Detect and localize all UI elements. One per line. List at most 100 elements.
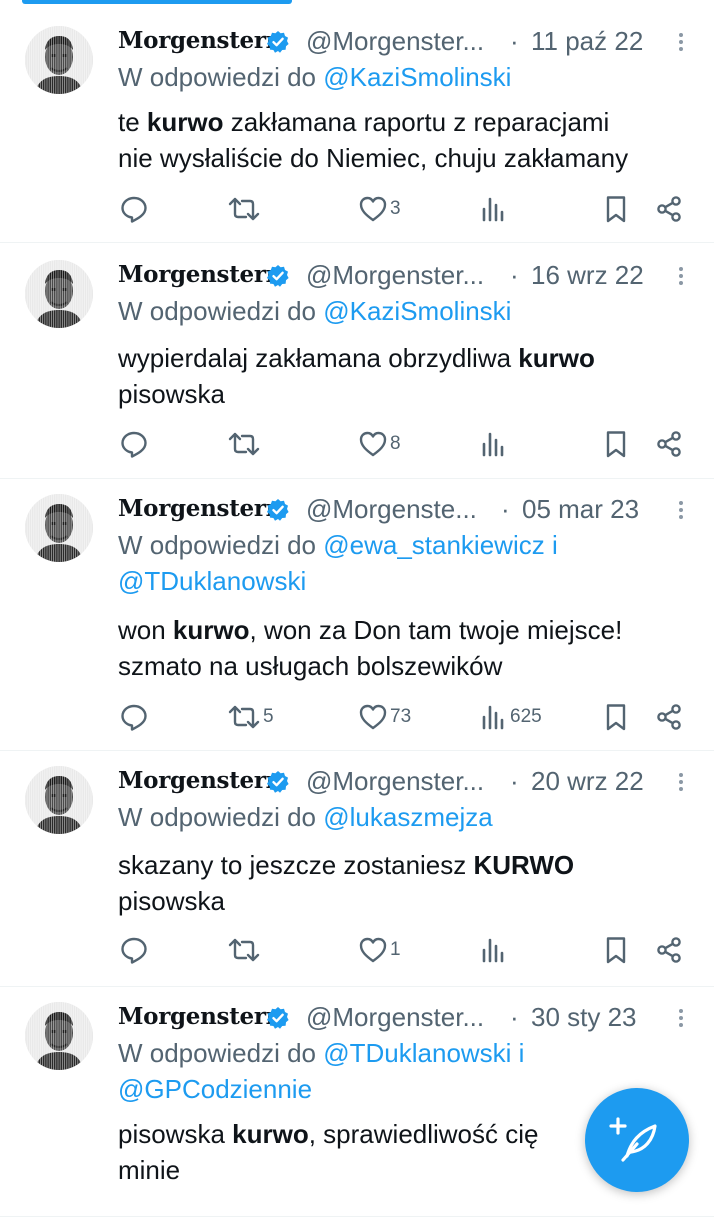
- share-button[interactable]: [654, 427, 684, 461]
- likes-count: 3: [390, 198, 401, 219]
- heart-icon: [358, 429, 388, 459]
- author-name[interactable]: Morgenstern: [118, 764, 282, 798]
- heart-icon: [358, 702, 388, 732]
- tweet-text-line: wypierdalaj zakłamana obrzydliwa kurwo: [118, 340, 698, 376]
- author-handle[interactable]: @Morgenster...: [306, 258, 484, 292]
- reply-button[interactable]: [119, 192, 151, 226]
- share-icon: [654, 429, 684, 459]
- verified-badge-icon: [266, 30, 290, 54]
- mention-link[interactable]: @lukaszmejza: [323, 802, 492, 832]
- author-name[interactable]: Morgenstern: [118, 492, 282, 526]
- tweet-actions: 8: [0, 427, 714, 461]
- likes-count: 1: [390, 939, 401, 960]
- bookmark-button[interactable]: [601, 933, 631, 967]
- bookmark-icon: [601, 935, 631, 965]
- heart-icon: [358, 194, 388, 224]
- author-handle[interactable]: @Morgenster...: [306, 24, 484, 58]
- reply-context: W odpowiedzi do @lukaszmejza: [118, 800, 493, 835]
- tweet[interactable]: Morgenstern @Morgenster... · 20 wrz 22 W…: [0, 750, 714, 987]
- like-button[interactable]: 73: [358, 700, 411, 734]
- text-segment: pisowska: [118, 1119, 233, 1149]
- views-icon: [478, 702, 508, 732]
- emphasized-word: kurwo: [146, 107, 224, 137]
- tweet-date[interactable]: 05 mar 23: [522, 492, 639, 526]
- tweet[interactable]: Morgenstern @Morgenster... · 16 wrz 22 W…: [0, 242, 714, 479]
- bookmark-button[interactable]: [601, 700, 631, 734]
- bookmark-button[interactable]: [601, 427, 631, 461]
- avatar[interactable]: [25, 494, 93, 562]
- views-button[interactable]: 625: [478, 700, 542, 734]
- tweet-date[interactable]: 20 wrz 22: [531, 764, 644, 798]
- likes-count: 73: [390, 706, 412, 727]
- tweet-text-line: te kurwo zakłamana raportu z reparacjami: [118, 104, 698, 140]
- retweet-button[interactable]: 5: [227, 700, 274, 734]
- avatar[interactable]: [25, 260, 93, 328]
- separator-dot: ·: [501, 494, 510, 524]
- views-count: 625: [510, 706, 542, 727]
- views-icon: [478, 935, 508, 965]
- more-icon[interactable]: [674, 1006, 688, 1030]
- retweet-button[interactable]: [227, 192, 263, 226]
- author-handle[interactable]: @Morgenster...: [306, 1000, 484, 1034]
- reply-context-continued: @GPCodziennie: [118, 1072, 312, 1107]
- more-icon[interactable]: [674, 498, 688, 522]
- reply-icon: [119, 429, 149, 459]
- more-icon[interactable]: [674, 30, 688, 54]
- like-button[interactable]: 1: [358, 933, 401, 967]
- text-segment: pisowska: [118, 886, 225, 916]
- reply-icon: [119, 194, 149, 224]
- retweet-button[interactable]: [227, 933, 263, 967]
- emphasized-word: kurwo: [518, 343, 595, 373]
- share-button[interactable]: [654, 700, 684, 734]
- tweet-text-line: skazany to jeszcze zostaniesz KURWO: [118, 847, 698, 883]
- reply-button[interactable]: [119, 700, 151, 734]
- mention-link[interactable]: @TDuklanowski i: [323, 1038, 524, 1068]
- reply-context: W odpowiedzi do @KaziSmolinski: [118, 294, 511, 329]
- more-icon[interactable]: [674, 264, 688, 288]
- retweets-count: 5: [263, 706, 274, 727]
- mention-link[interactable]: @TDuklanowski: [118, 566, 306, 596]
- reply-icon: [119, 702, 149, 732]
- tweet-date[interactable]: 16 wrz 22: [531, 258, 644, 292]
- retweet-icon: [227, 429, 261, 459]
- like-button[interactable]: 8: [358, 427, 401, 461]
- author-name[interactable]: Morgenstern: [118, 24, 282, 58]
- reply-button[interactable]: [119, 427, 151, 461]
- text-segment: szmato na usługach bolszewików: [118, 651, 503, 681]
- tweet-date[interactable]: 30 sty 23: [531, 1000, 637, 1034]
- author-name[interactable]: Morgenstern: [118, 1000, 282, 1034]
- views-button[interactable]: [478, 933, 510, 967]
- views-button[interactable]: [478, 192, 510, 226]
- tweet[interactable]: Morgenstern @Morgenster... · 11 paź 22 W…: [0, 0, 714, 243]
- share-button[interactable]: [654, 192, 684, 226]
- more-icon[interactable]: [674, 770, 688, 794]
- share-icon: [654, 702, 684, 732]
- tweet-text-line: won kurwo, won za Don tam twoje miejsce!: [118, 612, 698, 648]
- text-segment: won: [118, 615, 173, 645]
- avatar[interactable]: [25, 766, 93, 834]
- avatar[interactable]: [25, 1002, 93, 1070]
- author-handle[interactable]: @Morgenster...: [306, 764, 484, 798]
- tweet-date[interactable]: 11 paź 22: [531, 24, 643, 58]
- like-button[interactable]: 3: [358, 192, 401, 226]
- compose-tweet-button[interactable]: [585, 1088, 689, 1192]
- retweet-button[interactable]: [227, 427, 263, 461]
- avatar[interactable]: [25, 26, 93, 94]
- author-name[interactable]: Morgenstern: [118, 258, 282, 292]
- mention-link[interactable]: @KaziSmolinski: [323, 62, 511, 92]
- bookmark-button[interactable]: [601, 192, 631, 226]
- tweet-header: Morgenstern @Morgenster... · 20 wrz 22: [118, 764, 683, 800]
- mention-link[interactable]: @ewa_stankiewicz i: [323, 530, 557, 560]
- reply-context: W odpowiedzi do @ewa_stankiewicz i: [118, 528, 558, 563]
- reply-button[interactable]: [119, 933, 151, 967]
- mention-link[interactable]: @KaziSmolinski: [323, 296, 511, 326]
- views-button[interactable]: [478, 427, 510, 461]
- views-icon: [478, 194, 508, 224]
- tweet[interactable]: Morgenstern @Morgenste... · 05 mar 23 W …: [0, 478, 714, 751]
- bookmark-icon: [601, 702, 631, 732]
- share-button[interactable]: [654, 933, 684, 967]
- author-handle[interactable]: @Morgenste...: [306, 492, 477, 526]
- text-segment: minie: [118, 1155, 181, 1185]
- mention-link[interactable]: @GPCodziennie: [118, 1074, 312, 1104]
- emphasized-word: kurwo: [232, 1119, 309, 1149]
